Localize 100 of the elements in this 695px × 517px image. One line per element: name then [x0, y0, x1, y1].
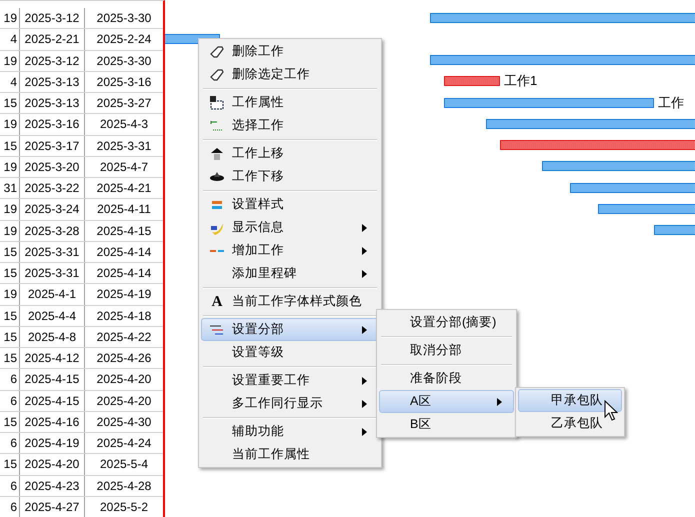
menu-item[interactable]: 辅助功能	[201, 420, 379, 443]
start-date-cell-text: 2025-3-12	[24, 52, 80, 70]
end-date-cell-text: 2025-4-22	[96, 328, 152, 346]
task-bar[interactable]	[654, 225, 695, 236]
duration-cell-text: 15	[4, 138, 17, 155]
menu-item[interactable]: 多工作同行显示	[201, 392, 379, 415]
end-date-cell-text: 2025-4-19	[96, 286, 152, 304]
menu-item[interactable]: A区	[379, 390, 514, 413]
start-date-cell-text: 2025-4-27	[24, 498, 80, 516]
eraser-icon	[209, 44, 225, 60]
end-date-cell-text: 2025-5-2	[100, 498, 148, 516]
menu-item[interactable]: 添加里程碑	[201, 262, 379, 285]
duration-cell-text: 15	[4, 414, 17, 431]
end-date-cell-text: 2025-4-11	[97, 201, 151, 218]
menu-item[interactable]: 选择工作	[201, 114, 379, 137]
start-date-cell-text: 2025-4-4	[28, 308, 76, 325]
menu-item[interactable]: 工作属性	[201, 91, 379, 114]
end-date-cell-text: 2025-4-14	[96, 265, 152, 282]
move-up-icon	[209, 146, 225, 162]
end-date-cell-text: 2025-4-3	[100, 116, 148, 134]
duration-cell-text: 19	[4, 52, 17, 70]
duration-cell-text: 15	[4, 350, 17, 368]
duration-cell-text: 6	[10, 371, 17, 388]
duration-cell-text: 15	[4, 308, 17, 325]
duration-cell-text: 31	[4, 180, 17, 198]
cursor-icon	[604, 400, 618, 422]
menu-item[interactable]: 准备阶段	[379, 367, 514, 390]
menu-item[interactable]: 取消分部	[379, 339, 514, 362]
menu-item[interactable]: 工作下移	[201, 165, 379, 188]
task-label: 工作1	[504, 74, 538, 88]
duration-cell-text: 15	[4, 456, 17, 474]
end-date-cell-text: 2025-4-26	[96, 350, 152, 368]
task-bar[interactable]	[444, 98, 654, 108]
end-date-cell-text: 2025-3-31	[96, 138, 152, 155]
start-date-cell-text: 2025-3-28	[24, 222, 80, 240]
menu-item[interactable]: 设置等级	[201, 341, 379, 364]
duration-cell-text: 19	[4, 222, 17, 240]
duration-cell-text: 15	[4, 328, 17, 346]
start-date-cell-text: 2025-2-21	[24, 31, 80, 48]
start-date-cell-text: 2025-3-24	[24, 201, 80, 218]
end-date-cell-text: 2025-3-16	[96, 74, 152, 91]
end-date-cell-text: 2025-2-24	[96, 31, 152, 48]
menu-item[interactable]: 设置分部(摘要)	[379, 311, 514, 334]
start-date-cell-text: 2025-4-20	[24, 456, 80, 474]
eraser-icon	[209, 66, 225, 82]
duration-cell-text: 15	[4, 95, 17, 112]
start-date-cell-text: 2025-4-15	[24, 371, 80, 388]
end-date-cell-text: 2025-4-28	[96, 478, 152, 495]
menu-item[interactable]: 删除工作	[201, 40, 379, 63]
end-date-cell-text: 2025-5-4	[100, 456, 148, 474]
end-date-cell-text: 2025-4-20	[96, 392, 152, 410]
start-date-cell-text: 2025-3-12	[24, 10, 80, 28]
menu-item[interactable]: 当前工作属性	[201, 443, 379, 466]
end-date-cell-text: 2025-4-30	[96, 414, 152, 431]
task-bar[interactable]	[570, 182, 695, 193]
end-date-cell-text: 2025-4-15	[96, 222, 152, 240]
task-bar[interactable]	[598, 204, 695, 214]
end-date-cell-text: 2025-4-7	[100, 158, 148, 176]
end-date-cell-text: 2025-4-14	[96, 244, 152, 261]
task-label: 工作	[658, 96, 684, 110]
duration-cell-text: 6	[10, 392, 17, 410]
start-date-cell-text: 2025-4-12	[24, 350, 80, 368]
end-date-cell-text: 2025-4-20	[96, 371, 152, 388]
duration-cell-text: 6	[10, 498, 17, 516]
duration-cell-text: 19	[4, 10, 17, 28]
menu-item[interactable]: 删除选定工作	[201, 63, 379, 86]
task-bar[interactable]	[542, 161, 695, 172]
menu-item[interactable]: 显示信息	[201, 216, 379, 239]
menu-item[interactable]: 设置样式	[201, 193, 379, 216]
menu-item[interactable]: B区	[379, 413, 514, 436]
start-date-cell-text: 2025-3-13	[24, 74, 80, 91]
end-date-cell-text: 2025-4-21	[96, 180, 152, 198]
start-date-cell-text: 2025-3-13	[24, 95, 80, 112]
end-date-cell-text: 2025-4-24	[96, 435, 152, 452]
task-bar[interactable]	[430, 12, 695, 23]
critical-task-bar[interactable]	[444, 76, 500, 86]
duration-cell-text: 19	[4, 201, 17, 218]
start-date-cell-text: 2025-3-22	[24, 180, 80, 198]
task-bar[interactable]	[486, 118, 695, 129]
start-date-cell-text: 2025-4-15	[24, 392, 80, 410]
start-date-cell-text: 2025-3-17	[24, 138, 80, 155]
menu-item[interactable]: 设置分部	[201, 318, 379, 341]
duration-cell-text: 19	[4, 158, 17, 176]
menu-item[interactable]: 增加工作	[201, 239, 379, 262]
critical-task-bar[interactable]	[500, 140, 695, 150]
menu-item[interactable]: 工作上移	[201, 142, 379, 165]
task-bar[interactable]	[430, 55, 695, 66]
menu-item[interactable]: 设置重要工作	[201, 369, 379, 392]
duration-cell-text: 6	[10, 478, 17, 495]
menu-item[interactable]: A 当前工作字体样式颜色	[201, 290, 379, 313]
duration-cell-text: 4	[10, 31, 17, 48]
start-date-cell-text: 2025-4-16	[24, 414, 80, 431]
menu-item[interactable]: 乙承包队	[518, 412, 622, 435]
duration-cell-text: 19	[4, 116, 17, 134]
start-date-cell-text: 2025-4-23	[24, 478, 80, 495]
end-date-cell-text: 2025-4-18	[96, 308, 152, 325]
start-date-cell-text: 2025-4-1	[28, 286, 76, 304]
menu-item[interactable]: 甲承包队	[518, 389, 622, 412]
properties-icon	[209, 94, 225, 110]
dashes-icon	[210, 250, 224, 252]
